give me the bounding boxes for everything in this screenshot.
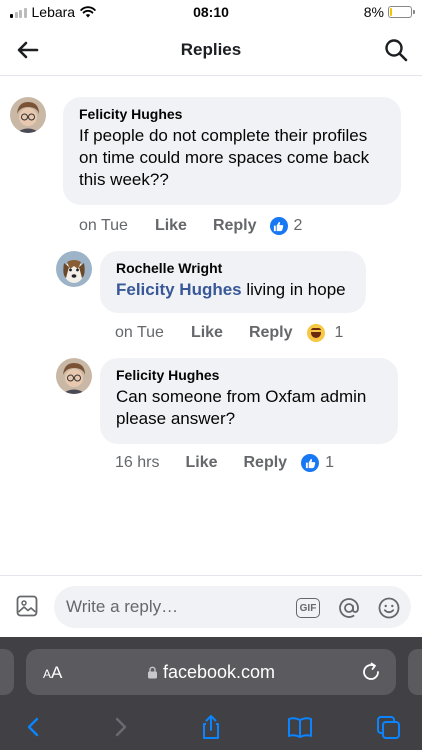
header: Replies — [0, 24, 422, 76]
thumbs-up-icon — [269, 217, 288, 235]
address-bar[interactable]: AA facebook.com — [26, 649, 396, 695]
like-button[interactable]: Like — [155, 217, 187, 235]
share-icon[interactable] — [197, 713, 225, 741]
like-button[interactable]: Like — [185, 454, 217, 472]
url-text: facebook.com — [162, 662, 276, 682]
comment-text: Felicity Hughes living in hope — [116, 279, 353, 301]
photo-icon[interactable] — [16, 595, 38, 617]
comment-bubble[interactable]: Felicity Hughes If people do not complet… — [63, 97, 401, 205]
reply-button[interactable]: Reply — [243, 454, 287, 472]
status-time: 08:10 — [193, 4, 229, 20]
browser-chrome: AA facebook.com — [0, 637, 422, 750]
like-button[interactable]: Like — [191, 324, 223, 342]
comment-author[interactable]: Rochelle Wright — [116, 260, 353, 276]
comment-text: If people do not complete their profiles… — [79, 126, 370, 189]
comment-time[interactable]: on Tue — [115, 324, 164, 342]
reaction-count: 1 — [334, 324, 344, 341]
comment-body: living in hope — [241, 280, 346, 299]
battery-percent: 8% — [363, 4, 384, 20]
at-mention-icon[interactable] — [338, 597, 360, 619]
reaction-summary[interactable]: 1 — [306, 324, 344, 342]
tabs-icon[interactable] — [374, 713, 402, 741]
comment-actions: 16 hrs Like Reply 1 — [115, 454, 334, 472]
comment-time[interactable]: 16 hrs — [115, 454, 159, 472]
bookmarks-icon[interactable] — [286, 713, 314, 741]
comment-actions: on Tue Like Reply 2 — [79, 217, 302, 235]
emoji-icon[interactable] — [378, 597, 400, 619]
reaction-summary[interactable]: 2 — [269, 217, 303, 235]
reply-button[interactable]: Reply — [249, 324, 293, 342]
reaction-count: 2 — [293, 217, 303, 234]
comment-author[interactable]: Felicity Hughes — [116, 367, 385, 383]
gif-icon[interactable]: GIF — [296, 598, 320, 618]
page-title: Replies — [180, 40, 242, 59]
status-right: 8% — [363, 4, 415, 20]
battery-icon — [388, 6, 415, 18]
comment-actions: on Tue Like Reply 1 — [115, 324, 343, 342]
thumbs-up-icon — [301, 454, 320, 472]
avatar[interactable] — [10, 97, 46, 133]
previous-tab-edge[interactable] — [0, 649, 14, 695]
reply-icons: GIF — [296, 597, 400, 619]
reaction-summary[interactable]: 1 — [301, 454, 334, 472]
comment-text: Can someone from Oxfam admin please answ… — [116, 387, 367, 428]
haha-emoji-icon — [306, 324, 325, 342]
lock-icon — [147, 666, 157, 679]
url-display[interactable]: facebook.com — [26, 662, 396, 683]
chevron-left-icon[interactable] — [20, 713, 48, 741]
browser-toolbar — [0, 707, 422, 747]
comment-time[interactable]: on Tue — [79, 217, 128, 235]
chevron-right-icon[interactable] — [106, 713, 134, 741]
comment-bubble[interactable]: Rochelle Wright Felicity Hughes living i… — [100, 251, 366, 313]
status-bar: Lebara 08:10 8% — [0, 0, 422, 24]
comment-author[interactable]: Felicity Hughes — [79, 106, 388, 122]
next-tab-edge[interactable] — [408, 649, 422, 695]
mention-link[interactable]: Felicity Hughes — [116, 280, 242, 299]
search-icon[interactable] — [382, 36, 410, 64]
reaction-count: 1 — [325, 454, 334, 471]
reload-icon[interactable] — [360, 661, 382, 683]
reply-bar: GIF — [0, 575, 422, 637]
reply-button[interactable]: Reply — [213, 217, 257, 235]
comment-bubble[interactable]: Felicity Hughes Can someone from Oxfam a… — [100, 358, 398, 444]
avatar[interactable] — [56, 358, 92, 394]
avatar[interactable] — [56, 251, 92, 287]
